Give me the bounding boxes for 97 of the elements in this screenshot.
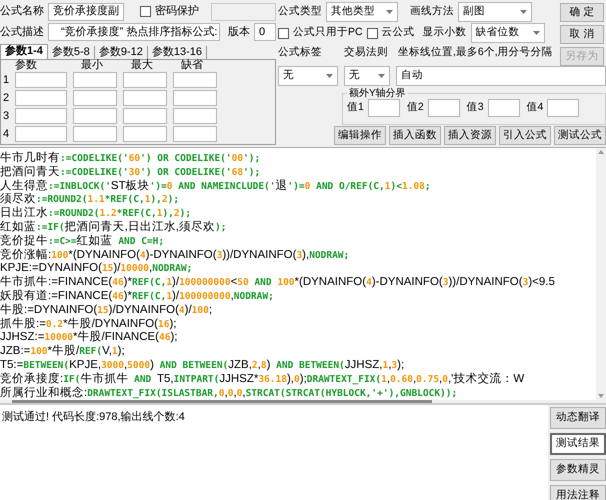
text-field[interactable]: 竞价承接度副: [48, 2, 124, 20]
code-line: KPJE:=DYNAINFO(15)/10000,NODRAW;: [0, 262, 192, 275]
column-header: 缺省: [181, 60, 204, 71]
dropdown[interactable]: 无: [344, 66, 390, 86]
row-number: 4: [3, 126, 9, 142]
text-field[interactable]: [173, 108, 217, 124]
code-line: 抓牛股:=0.2*牛股/DYNAINFO(16);: [0, 318, 176, 330]
field-label: 公式标签: [278, 45, 323, 60]
text-field[interactable]: [15, 90, 67, 106]
disabled-field: [211, 2, 276, 20]
text-field[interactable]: [73, 126, 117, 142]
toolbar-button[interactable]: 编辑操作: [334, 126, 386, 145]
field-label: 值4: [526, 100, 544, 116]
code-line: 所属行业和概念:DRAWTEXT_FIX(ISLASTBAR,0,0,0,STRCAT(STRCAT(HYBLOCK,'+'),GNBLOCK));: [0, 386, 458, 400]
field-label: 交易法则: [344, 45, 389, 60]
checkbox[interactable]: [140, 6, 151, 17]
text-field[interactable]: [123, 72, 167, 88]
text-field[interactable]: [123, 90, 167, 106]
text-field[interactable]: [173, 126, 217, 142]
vertical-scrollbar[interactable]: [596, 148, 606, 400]
toolbar-button[interactable]: 插入函数: [389, 126, 441, 145]
text-field[interactable]: [15, 108, 67, 124]
toolbar-button[interactable]: 插入资源: [444, 126, 496, 145]
tab[interactable]: 参数1-4: [0, 44, 48, 59]
checkbox[interactable]: [366, 28, 378, 38]
text-field[interactable]: [73, 108, 117, 124]
text-field[interactable]: [15, 126, 67, 142]
code-line: T5:=BETWEEN(KPJE,3000,5000) AND BETWEEN(JZB,2,8) AND BETWEEN(JJHSZ,1,3);: [0, 358, 404, 372]
code-line: 日出江水:=ROUND2(1.2*REF(C,1),2);: [0, 207, 192, 220]
scroll-up-icon: [598, 150, 604, 154]
text-field[interactable]: “竞价承接度” 热点排序指标公式:: [48, 23, 220, 41]
field-label: 公式只用于PC: [293, 25, 363, 40]
code-line: 人生得意:=INBLOCK('ST板块')=0 AND NAMEINCLUDE('退')=0 AND O/REF(C,1)<1.08;: [0, 180, 431, 193]
field-label: 公式描述: [0, 24, 44, 40]
column-header: 最大: [131, 60, 154, 71]
code-line: 竞价承接度:IF(牛市抓牛 AND T5,INTPART(JJHSZ*36.18),0);DRAWTEXT_FIX(1,0.60,0.75,0,'技术交流：W: [0, 372, 524, 386]
text-field[interactable]: [488, 99, 520, 117]
code-line: 把酒问青天:=CODELIKE('30') OR CODELIKE('68');: [0, 166, 260, 180]
action-button[interactable]: 取 消: [560, 25, 604, 44]
horizontal-scrollbar[interactable]: [12, 400, 432, 404]
field-label: 密码保护: [155, 4, 199, 20]
field-label: 公式类型: [278, 4, 322, 20]
side-button[interactable]: 测试结果: [550, 433, 606, 456]
text-field[interactable]: [123, 126, 167, 142]
checkbox[interactable]: [278, 28, 289, 38]
field-label: 值3: [466, 100, 484, 116]
toolbar-button[interactable]: 测试公式: [554, 126, 606, 145]
row-number: 2: [3, 90, 9, 106]
caret-icon: [378, 74, 385, 78]
text-field[interactable]: [173, 90, 217, 106]
field-label: 云公式: [382, 25, 415, 40]
text-field[interactable]: [368, 99, 400, 117]
text-field[interactable]: [73, 90, 117, 106]
dropdown[interactable]: 缺省位数: [470, 23, 545, 43]
dropdown[interactable]: 其他类型: [326, 2, 398, 22]
code-line: 牛市几时有:=CODELIKE('60') OR CODELIKE('00');: [0, 152, 260, 166]
dropdown[interactable]: 无: [278, 66, 338, 86]
text-field[interactable]: 0: [254, 23, 276, 41]
field-label: 画线方法: [410, 4, 454, 20]
caret-icon: [326, 74, 333, 78]
code-line: 红如蓝:=IF(把酒问青天,日出江水,须尽欢);: [0, 220, 226, 234]
column-header: 参数: [15, 60, 38, 71]
side-button[interactable]: 用法注释: [550, 485, 606, 500]
dropdown[interactable]: 副图: [458, 2, 532, 22]
output-message: 测试通过! 代码长度:978,输出线个数:4: [2, 411, 185, 424]
column-header: 最小: [81, 60, 104, 71]
code-line: JJHSZ:=10000*牛股/FINANCE(46);: [0, 331, 178, 344]
field-label: 显示小数: [422, 25, 467, 40]
text-field[interactable]: [428, 99, 460, 117]
field-label: 值2: [406, 100, 424, 116]
code-line: 妖股有道:=FINANCE(46)*REF(C,1)/100000000,NODRAW;: [0, 290, 274, 304]
text-field[interactable]: 自动: [396, 66, 606, 86]
row-number: 3: [3, 108, 9, 124]
side-button[interactable]: 参数精灵: [550, 459, 606, 482]
code-line: 须尽欢:=ROUND2(1.1*REF(C,1),2);: [0, 193, 180, 206]
group-title: 额外Y轴分界: [348, 88, 407, 99]
side-button[interactable]: 动态翻译: [550, 407, 606, 430]
text-field[interactable]: [123, 108, 167, 124]
toolbar-button[interactable]: 引入公式: [499, 126, 551, 145]
text-field[interactable]: [173, 72, 217, 88]
field-label: 坐标线位置,最多6个,用分号分隔: [398, 45, 553, 60]
text-field[interactable]: [547, 99, 580, 117]
field-label: 公式名称: [0, 4, 44, 20]
code-line: 牛股:=DYNAINFO(15)/DYNAINFO(4)/100;: [0, 304, 212, 318]
field-label: 值1: [347, 100, 364, 116]
action-button[interactable]: 确 定: [560, 3, 604, 22]
text-field[interactable]: [15, 72, 67, 88]
text-field[interactable]: [73, 72, 117, 88]
code-line: 竞价涨幅:100*(DYNAINFO(4)-DYNAINFO(3))/DYNAINFO(3),NODRAW;: [0, 248, 350, 262]
code-line: JZB:=100*牛股/REF(V,1);: [0, 345, 125, 359]
code-line: 竞价捉牛:=C>=红如蓝 AND C=H;: [0, 234, 164, 248]
caret-icon: [386, 10, 393, 14]
caret-icon: [520, 10, 527, 14]
code-line: 牛市抓牛:=FINANCE(46)*REF(C,1)/100000000<50 AND 100*(DYNAINFO(4)-DYNAINFO(3))/DYNAINFO(3)<9.5: [0, 276, 555, 290]
row-number: 1: [3, 72, 9, 88]
caret-icon: [532, 31, 540, 35]
field-label: 版本: [228, 24, 250, 40]
